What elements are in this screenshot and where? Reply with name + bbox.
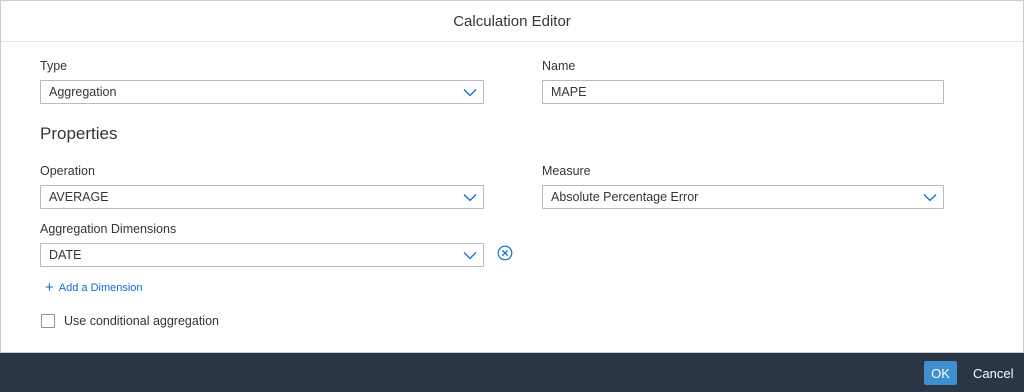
aggregation-dimensions-label: Aggregation Dimensions (40, 222, 177, 236)
dimension-select[interactable]: DATE (40, 243, 484, 267)
cancel-button[interactable]: Cancel (968, 361, 1018, 385)
name-label: Name (542, 59, 576, 73)
conditional-aggregation-checkbox[interactable] (41, 314, 55, 328)
chevron-down-icon[interactable] (457, 186, 483, 208)
measure-select-value: Absolute Percentage Error (551, 190, 699, 204)
dialog-header: Calculation Editor (1, 1, 1023, 42)
measure-select[interactable]: Absolute Percentage Error (542, 185, 944, 209)
ok-button[interactable]: OK (924, 361, 957, 385)
chevron-down-icon[interactable] (917, 186, 943, 208)
name-input[interactable] (543, 80, 943, 104)
dimension-select-value: DATE (49, 248, 82, 262)
properties-heading: Properties (40, 124, 118, 143)
operation-select-value: AVERAGE (49, 190, 109, 204)
calculation-editor-dialog: Calculation Editor Type Aggregation Name… (0, 0, 1024, 353)
plus-icon[interactable]: + (45, 280, 54, 295)
operation-select[interactable]: AVERAGE (40, 185, 484, 209)
dialog-title: Calculation Editor (453, 12, 571, 30)
name-field[interactable] (542, 80, 944, 104)
measure-label: Measure (542, 164, 591, 178)
operation-label: Operation (40, 164, 95, 178)
conditional-aggregation-option[interactable]: Use conditional aggregation (41, 314, 219, 328)
type-select[interactable]: Aggregation (40, 80, 484, 104)
type-select-value: Aggregation (49, 85, 117, 99)
chevron-down-icon[interactable] (457, 244, 483, 266)
add-dimension-link[interactable]: + Add a Dimension (45, 280, 143, 295)
conditional-aggregation-label: Use conditional aggregation (64, 314, 219, 328)
dialog-footer: OK Cancel (0, 353, 1024, 392)
type-label: Type (40, 59, 68, 73)
remove-dimension-button[interactable] (496, 245, 514, 266)
chevron-down-icon[interactable] (457, 81, 483, 103)
close-circle-icon[interactable] (497, 245, 513, 266)
add-dimension-label: Add a Dimension (58, 281, 143, 294)
